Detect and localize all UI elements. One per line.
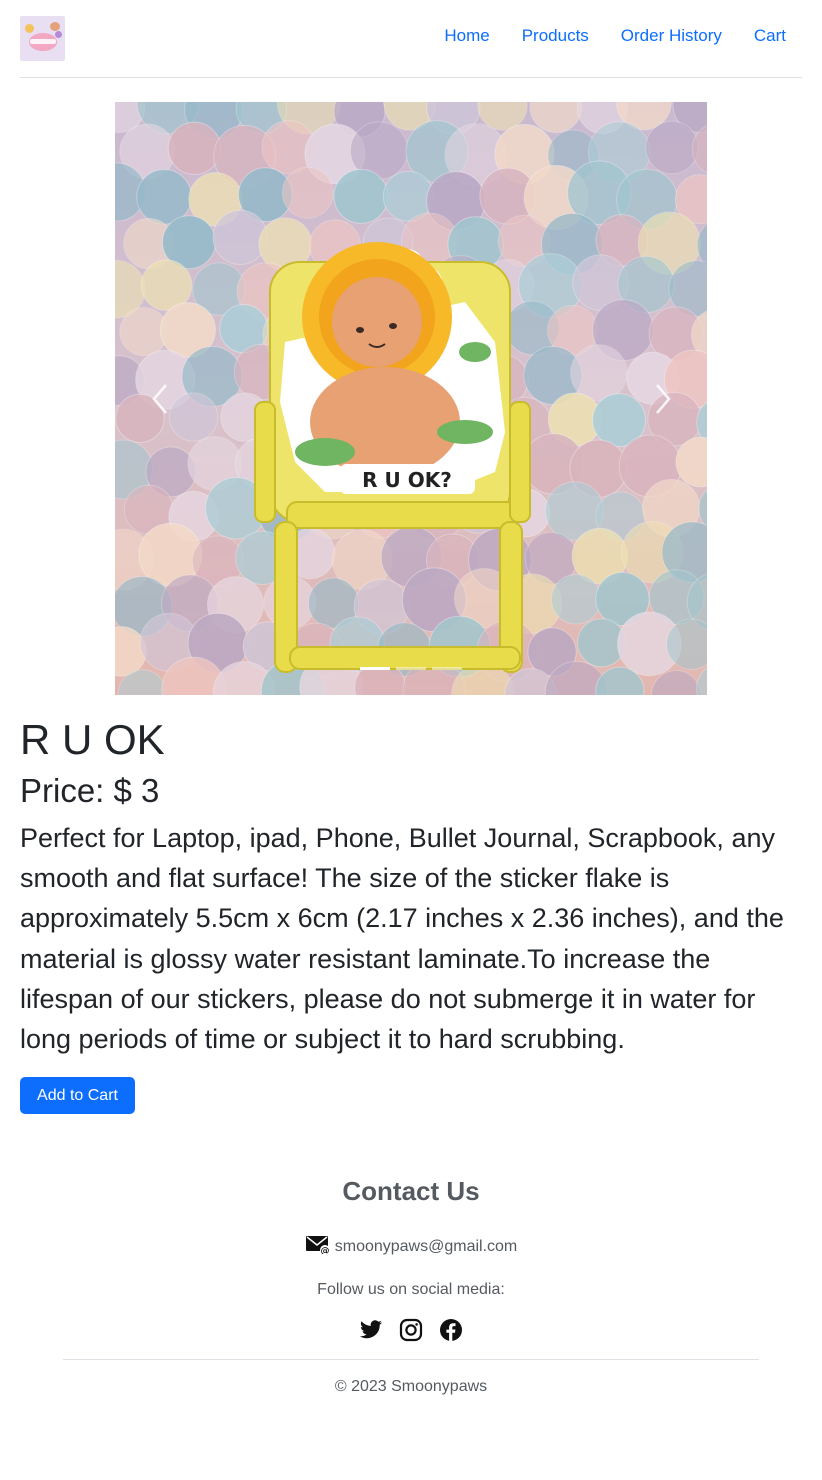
nav-links: Home Products Order History Cart [428, 24, 802, 48]
contact-title: Contact Us [342, 1176, 480, 1206]
chevron-right-icon [653, 383, 673, 415]
product-price: Price: $ 3 [20, 772, 160, 809]
nav-link-cart[interactable]: Cart [738, 24, 802, 48]
carousel-indicator-1[interactable] [360, 667, 390, 670]
instagram-icon[interactable] [399, 1318, 423, 1342]
carousel-indicator-3[interactable] [432, 667, 462, 670]
contact-email-link[interactable]: smoonypaws@gmail.com [335, 1238, 518, 1256]
email-icon: @ [305, 1234, 331, 1259]
nav-link-order-history[interactable]: Order History [605, 24, 738, 48]
nav-link-home[interactable]: Home [428, 24, 505, 48]
sticker-text: R U OK? [362, 468, 452, 492]
add-to-cart-button[interactable]: Add to Cart [20, 1077, 135, 1114]
carousel-next-button[interactable] [618, 102, 707, 695]
twitter-icon[interactable] [359, 1318, 383, 1342]
follow-text: Follow us on social media: [317, 1281, 505, 1298]
carousel-indicators [115, 667, 707, 670]
social-links [0, 1318, 822, 1342]
brand-logo-icon[interactable] [20, 16, 65, 61]
svg-text:@: @ [320, 1247, 329, 1255]
footer-divider [63, 1359, 759, 1360]
nav-link-products[interactable]: Products [506, 24, 605, 48]
carousel-prev-button[interactable] [115, 102, 204, 695]
contact-email-row: @ smoonypaws@gmail.com [0, 1234, 822, 1259]
carousel-indicator-2[interactable] [396, 667, 426, 670]
product-description: Perfect for Laptop, ipad, Phone, Bullet … [20, 823, 784, 1055]
facebook-icon[interactable] [439, 1318, 463, 1342]
product-image-carousel: R U OK? [115, 102, 707, 695]
navbar: Home Products Order History Cart [20, 0, 802, 78]
product-title: R U OK [20, 716, 165, 763]
copyright-text: © 2023 Smoonypaws [334, 1378, 488, 1395]
chevron-left-icon [150, 383, 170, 415]
